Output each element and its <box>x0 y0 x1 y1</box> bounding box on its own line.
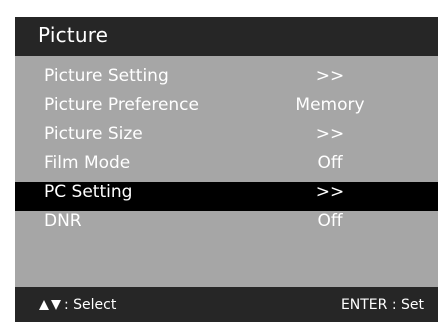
menu-footer: : Select ENTER : Set <box>15 287 438 322</box>
menu-item-label: Picture Size <box>44 124 143 144</box>
menu-item-dnr[interactable]: DNR Off <box>15 211 438 240</box>
menu-item-value: >> <box>315 66 345 86</box>
select-hint-label: : Select <box>64 297 117 313</box>
menu-item-value: Memory <box>295 95 365 115</box>
menu-item-value: >> <box>315 182 345 202</box>
up-down-arrow-icon <box>38 299 62 311</box>
menu-item-label: Picture Setting <box>44 66 169 86</box>
picture-menu-panel: Picture Picture Setting >> Picture Prefe… <box>15 17 438 322</box>
menu-item-label: PC Setting <box>44 182 133 202</box>
menu-item-label: Film Mode <box>44 153 131 173</box>
menu-item-value: Off <box>317 153 343 173</box>
menu-item-value: >> <box>315 124 345 144</box>
menu-header: Picture <box>15 17 438 56</box>
menu-item-value: Off <box>317 211 343 231</box>
select-hint: : Select <box>38 297 116 313</box>
menu-item-label: Picture Preference <box>44 95 199 115</box>
menu-list: Picture Setting >> Picture Preference Me… <box>15 66 438 240</box>
menu-item-label: DNR <box>44 211 82 231</box>
menu-title: Picture <box>38 23 109 47</box>
enter-hint: ENTER : Set <box>340 297 424 313</box>
